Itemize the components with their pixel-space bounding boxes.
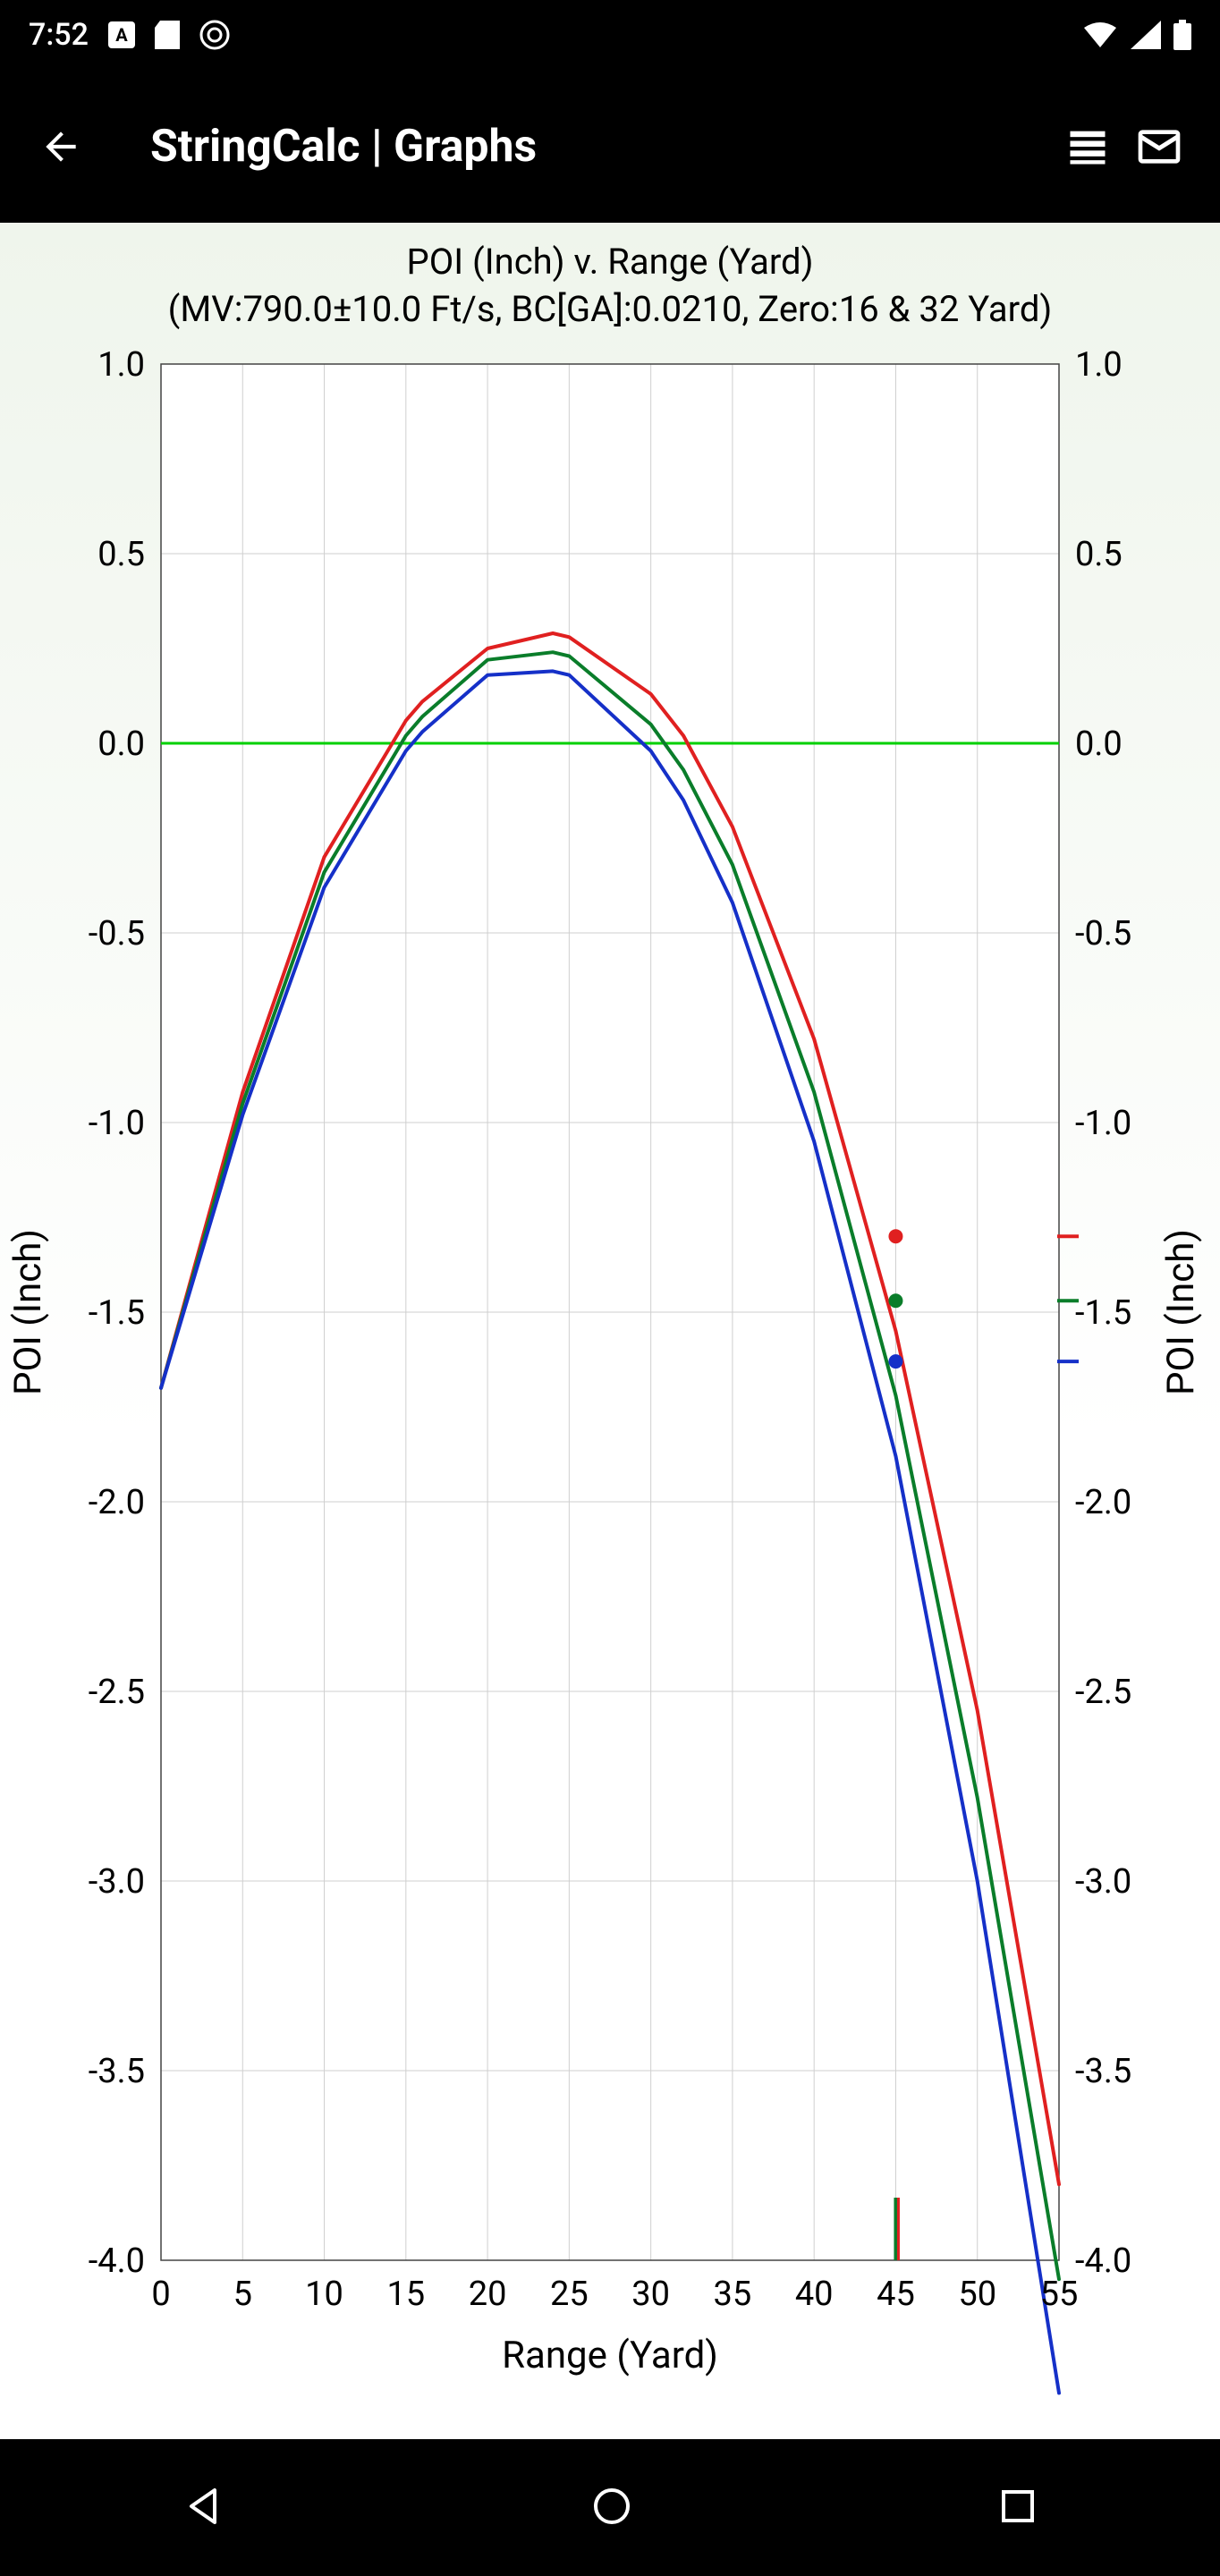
svg-text:-2.0: -2.0: [89, 1483, 145, 1522]
svg-text:1.0: 1.0: [97, 345, 145, 385]
sd-card-icon: [155, 21, 180, 49]
svg-text:-3.5: -3.5: [89, 2052, 145, 2091]
chart[interactable]: 0 5 10 15 20 25 30 35 40 45 50 55 1.0 1.0 0.5 0.5 0.0 0.0…: [0, 337, 1220, 2430]
screen: 7:52 A StringCalc: [0, 0, 1220, 2576]
square-icon: [996, 2485, 1039, 2528]
svg-text:0.0: 0.0: [97, 724, 145, 764]
svg-text:-2.5: -2.5: [89, 1673, 145, 1712]
svg-text:-3.5: -3.5: [1075, 2052, 1131, 2091]
sync-icon: [199, 20, 230, 50]
list-button[interactable]: [1052, 111, 1123, 182]
chart-title: POI (Inch) v. Range (Yard): [406, 241, 813, 283]
svg-text:-3.0: -3.0: [89, 1862, 145, 1902]
status-left: 7:52 A: [29, 17, 230, 53]
svg-text:-2.0: -2.0: [1075, 1483, 1131, 1522]
svg-text:5: 5: [233, 2275, 252, 2314]
svg-text:10: 10: [305, 2275, 343, 2314]
status-time: 7:52: [29, 17, 89, 53]
nav-back-button[interactable]: [181, 2483, 227, 2533]
circle-icon: [589, 2483, 635, 2529]
status-bar: 7:52 A: [0, 0, 1220, 71]
svg-text:-2.5: -2.5: [1075, 1673, 1131, 1712]
svg-text:-4.0: -4.0: [1075, 2241, 1131, 2281]
svg-text:Range (Yard): Range (Yard): [502, 2334, 718, 2377]
content: POI (Inch) v. Range (Yard) (MV:790.0±10.…: [0, 223, 1220, 2439]
svg-text:30: 30: [631, 2275, 670, 2314]
svg-text:A: A: [115, 24, 128, 46]
arrow-left-icon: [38, 124, 83, 169]
battery-icon: [1173, 20, 1191, 50]
svg-text:50: 50: [958, 2275, 996, 2314]
svg-text:25: 25: [550, 2275, 589, 2314]
signal-icon: [1131, 21, 1161, 49]
nav-bar: [0, 2439, 1220, 2576]
app-a-icon: A: [108, 21, 135, 48]
svg-text:-3.0: -3.0: [1075, 1862, 1131, 1902]
chart-svg: 0 5 10 15 20 25 30 35 40 45 50 55 1.0 1.0 0.5 0.5 0.0 0.0…: [0, 337, 1220, 2430]
svg-text:1.0: 1.0: [1075, 345, 1123, 385]
wifi-icon: [1082, 21, 1118, 49]
chart-subtitle: (MV:790.0±10.0 Ft/s, BC[GA]:0.0210, Zero…: [150, 288, 1071, 330]
app-title: StringCalc | Graphs: [150, 121, 1052, 173]
svg-text:20: 20: [469, 2275, 507, 2314]
nav-home-button[interactable]: [589, 2483, 635, 2533]
svg-text:0.5: 0.5: [1075, 535, 1123, 574]
svg-text:0: 0: [151, 2275, 170, 2314]
svg-text:40: 40: [795, 2275, 834, 2314]
svg-text:-1.5: -1.5: [1075, 1293, 1131, 1333]
mail-icon: [1134, 122, 1184, 172]
svg-text:-1.0: -1.0: [1075, 1104, 1131, 1143]
svg-text:35: 35: [714, 2275, 752, 2314]
svg-text:55: 55: [1040, 2275, 1079, 2314]
svg-text:0.5: 0.5: [97, 535, 145, 574]
svg-text:-0.5: -0.5: [1075, 914, 1131, 953]
nav-recent-button[interactable]: [996, 2485, 1039, 2531]
list-icon: [1064, 123, 1111, 170]
triangle-left-icon: [181, 2483, 227, 2529]
mail-button[interactable]: [1123, 111, 1195, 182]
svg-text:POI (Inch): POI (Inch): [1159, 1229, 1203, 1395]
svg-text:45: 45: [877, 2275, 915, 2314]
back-button[interactable]: [25, 111, 97, 182]
status-right: [1082, 20, 1191, 50]
svg-text:0.0: 0.0: [1075, 724, 1123, 764]
svg-text:POI (Inch): POI (Inch): [6, 1229, 50, 1395]
app-bar: StringCalc | Graphs: [0, 71, 1220, 223]
svg-text:-1.0: -1.0: [89, 1104, 145, 1143]
svg-text:15: 15: [386, 2275, 425, 2314]
svg-text:-1.5: -1.5: [89, 1293, 145, 1333]
svg-text:-0.5: -0.5: [89, 914, 145, 953]
svg-text:-4.0: -4.0: [89, 2241, 145, 2281]
